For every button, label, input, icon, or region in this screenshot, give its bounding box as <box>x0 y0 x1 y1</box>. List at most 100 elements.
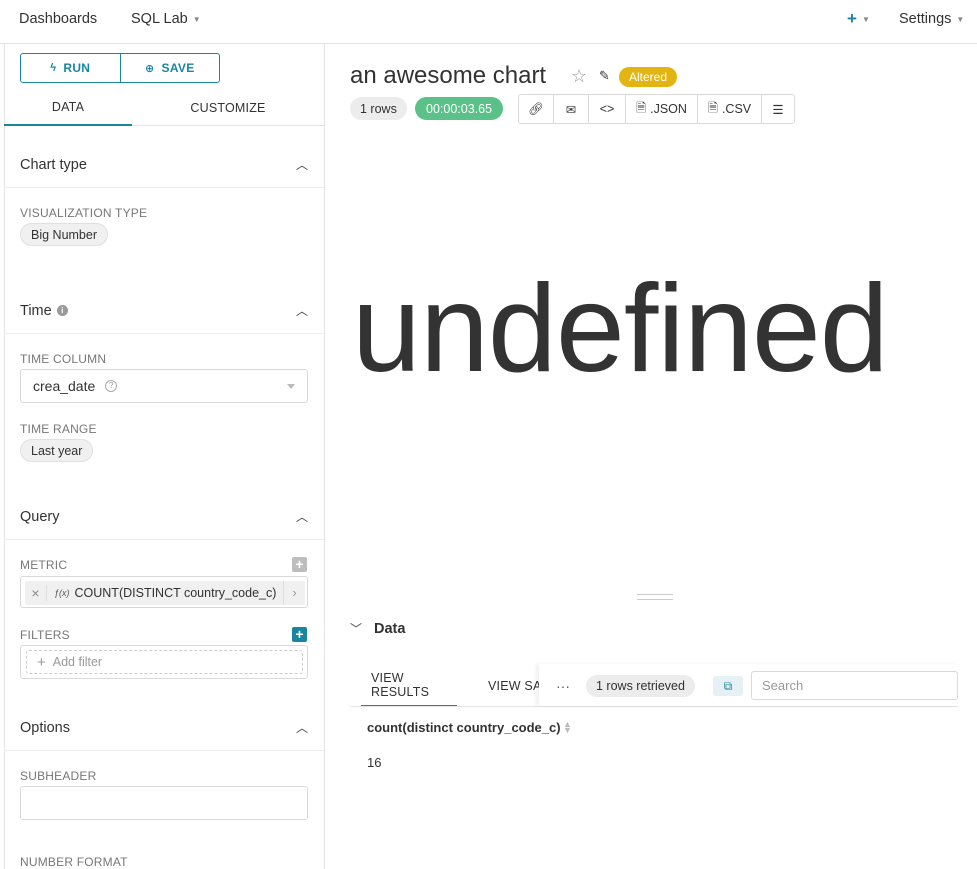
link-icon: 🔗︎ <box>528 101 544 116</box>
save-label: SAVE <box>161 61 195 75</box>
run-label: RUN <box>63 61 91 75</box>
chevron-up-icon[interactable]: ︿ <box>296 719 308 736</box>
chart-title[interactable]: an awesome chart <box>350 62 546 90</box>
row-count-label: 1 rows <box>360 101 397 116</box>
rows-retrieved-label: 1 rows retrieved <box>596 679 685 693</box>
chevron-down-icon: ﹀ <box>350 622 363 636</box>
caret-down-icon: ▼ <box>192 14 201 24</box>
email-button[interactable]: ✉︎ <box>554 95 589 123</box>
section-query[interactable]: Query ︿ <box>4 494 324 540</box>
tab-view-results[interactable]: VIEW RESULTS <box>361 664 457 707</box>
hamburger-icon: ☰ <box>772 102 784 117</box>
top-navbar: Dashboards SQL Lab ▼ + ▼ Settings ▼ <box>0 0 977 44</box>
altered-badge[interactable]: Altered <box>619 67 678 87</box>
time-range-value: Last year <box>31 443 83 458</box>
time-column-value: crea_date <box>33 378 96 394</box>
mail-icon: ✉︎ <box>565 102 577 117</box>
subheader-input[interactable] <box>20 786 308 820</box>
save-button[interactable]: ⊕ SAVE <box>119 54 220 82</box>
export-json-button[interactable]: 🗎︎ .JSON <box>626 95 698 123</box>
altered-label: Altered <box>629 70 668 84</box>
file-icon: 🗎︎ <box>707 100 718 115</box>
data-pane-toggle[interactable]: ﹀ Data <box>350 620 405 637</box>
metric-field: × ƒ(x) COUNT(DISTINCT country_code_c) › <box>20 576 308 608</box>
question-circle-icon[interactable]: ? <box>105 380 118 392</box>
more-tabs-icon[interactable]: ··· <box>556 678 570 694</box>
nav-settings[interactable]: Settings ▼ <box>899 0 964 38</box>
viz-type-label: VISUALIZATION TYPE <box>20 206 148 220</box>
add-metric-button[interactable]: + <box>292 557 307 572</box>
new-menu-button[interactable]: + ▼ <box>847 0 870 38</box>
section-time-title: Time <box>20 302 52 319</box>
caret-down-icon: ▼ <box>956 14 965 24</box>
add-filter-button[interactable]: + Add filter <box>26 650 303 674</box>
section-query-title: Query <box>20 508 60 525</box>
control-tabs: DATA CUSTOMIZE <box>4 90 324 126</box>
run-button[interactable]: ϟ RUN <box>21 54 120 82</box>
copy-icon[interactable]: ⧉ <box>713 676 743 696</box>
chevron-up-icon[interactable]: ︿ <box>296 508 308 525</box>
export-csv-label: .CSV <box>721 102 752 116</box>
filters-label: FILTERS <box>20 628 70 642</box>
chevron-up-icon[interactable]: ︿ <box>296 156 308 173</box>
row-count-badge: 1 rows <box>350 97 407 120</box>
export-csv-button[interactable]: 🗎︎ .CSV <box>698 95 762 123</box>
tab-view-results-label: VIEW RESULTS <box>371 670 430 699</box>
timer-label: 00:00:03.65 <box>426 101 493 116</box>
viz-type-pill[interactable]: Big Number <box>20 223 108 246</box>
number-format-label: NUMBER FORMAT <box>20 855 128 869</box>
section-chart-type[interactable]: Chart type ︿ <box>4 142 324 188</box>
tab-customize[interactable]: CUSTOMIZE <box>164 90 292 126</box>
column-header[interactable]: count(distinct country_code_c) <box>367 720 561 735</box>
viz-type-value: Big Number <box>31 227 97 242</box>
caret-down-icon: ▼ <box>861 14 870 24</box>
nav-sql-lab-label: SQL Lab <box>131 11 188 27</box>
sort-icon[interactable]: ▲ ▼ <box>563 720 572 735</box>
function-icon: ƒ(x) <box>54 588 70 598</box>
add-filter-plus-button[interactable]: + <box>292 627 307 642</box>
embed-button[interactable]: <> <box>589 95 626 123</box>
time-column-label: TIME COLUMN <box>20 352 107 366</box>
dropdown-arrow-icon <box>287 384 295 389</box>
timer-badge: 00:00:03.65 <box>415 97 504 120</box>
info-icon[interactable]: i <box>56 305 68 316</box>
table-cell-value: 16 <box>367 755 382 770</box>
metric-pill[interactable]: × ƒ(x) COUNT(DISTINCT country_code_c) › <box>25 581 305 605</box>
section-chart-type-title: Chart type <box>20 156 87 173</box>
link-button[interactable]: 🔗︎ <box>519 95 554 123</box>
nav-dashboards[interactable]: Dashboards <box>19 0 97 38</box>
run-save-group: ϟ RUN ⊕ SAVE <box>20 53 220 83</box>
search-input[interactable] <box>751 671 958 700</box>
column-header-label: count(distinct country_code_c) <box>367 720 561 735</box>
nav-sql-lab[interactable]: SQL Lab ▼ <box>131 0 201 38</box>
resize-handle[interactable] <box>637 594 673 600</box>
section-options[interactable]: Options ︿ <box>4 705 324 751</box>
tab-data-label: DATA <box>51 100 85 114</box>
tab-underline <box>350 706 958 707</box>
big-number-value: undefined <box>352 260 889 398</box>
plus-icon: + <box>847 9 857 28</box>
export-json-label: .JSON <box>650 102 687 116</box>
metric-label: METRIC <box>20 558 68 572</box>
add-filter-label: Add filter <box>52 655 103 669</box>
nav-dashboards-label: Dashboards <box>19 11 98 27</box>
star-icon[interactable]: ☆ <box>571 66 587 87</box>
time-range-pill[interactable]: Last year <box>20 439 94 462</box>
more-menu-button[interactable]: ☰ <box>762 95 794 123</box>
chevron-right-icon[interactable]: › <box>283 581 305 605</box>
filters-field: + Add filter <box>20 645 308 679</box>
section-options-title: Options <box>20 719 70 736</box>
remove-icon[interactable]: × <box>25 585 47 601</box>
metric-value: COUNT(DISTINCT country_code_c) <box>74 586 277 600</box>
tab-data[interactable]: DATA <box>4 90 132 126</box>
tab-customize-label: CUSTOMIZE <box>190 101 266 115</box>
file-icon: 🗎︎ <box>636 100 647 115</box>
section-time[interactable]: Time i ︿ <box>4 288 324 334</box>
table-cell: 16 <box>367 755 381 770</box>
edit-icon[interactable]: ✎ <box>599 68 610 84</box>
chart-toolbar: 🔗︎ ✉︎ <> 🗎︎ .JSON 🗎︎ .CSV ☰ <box>518 94 795 124</box>
chevron-up-icon[interactable]: ︿ <box>296 302 308 319</box>
subheader-label: SUBHEADER <box>20 769 97 783</box>
bolt-icon: ϟ <box>50 62 57 74</box>
time-column-select[interactable]: crea_date ? <box>20 369 308 403</box>
